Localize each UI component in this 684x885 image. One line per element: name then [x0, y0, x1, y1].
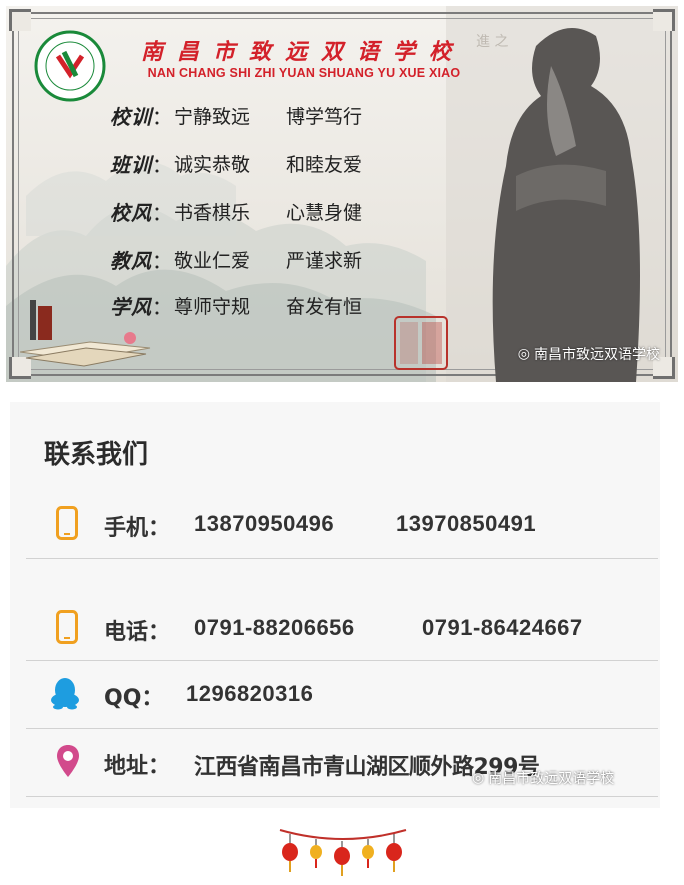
- divider: [26, 796, 658, 797]
- motto-phrase: 严谨求新: [286, 249, 363, 272]
- divider: [26, 558, 658, 559]
- motto-label: 校风: [110, 200, 152, 225]
- contact-key: 地址：: [104, 754, 171, 779]
- motto-row-teaching-style: 教风 ： 敬业仁爱 严谨求新: [110, 244, 362, 274]
- books-and-inkwell-illustration: [20, 300, 151, 367]
- motto-phrase: 尊师守规: [174, 295, 251, 318]
- contact-row-qq: QQ： 1296820316: [26, 676, 658, 716]
- motto-label: 班训: [110, 152, 152, 177]
- mobile-phone-icon: [56, 506, 78, 540]
- motto-phrase: 博学笃行: [286, 105, 363, 128]
- motto-label: 教风: [110, 248, 152, 273]
- school-banner: 南昌市致远双语学校 NAN CHANG SHI ZHI YUAN SHUANG …: [6, 6, 678, 382]
- wechat-watermark: ◎ 南昌市致远双语学校: [472, 768, 614, 788]
- wechat-watermark: ◎ 南昌市致远双语学校: [518, 344, 660, 364]
- phone-icon: [56, 610, 78, 644]
- red-lanterns-decoration: [279, 829, 407, 876]
- motto-phrase: 宁静致远: [174, 105, 251, 128]
- contact-key: 手机：: [104, 516, 171, 541]
- phone-number-2[interactable]: 0791-86424667: [422, 615, 583, 641]
- school-name: 南昌市致远双语学校: [140, 39, 465, 65]
- wechat-icon: ◎: [472, 770, 485, 786]
- school-logo: [34, 30, 106, 102]
- motto-separator: ：: [152, 200, 172, 225]
- contact-card: 联系我们 手机： 13870950496 13970850491 电话： 079…: [10, 402, 660, 808]
- motto-row-school: 校训 ： 宁静致远 博学笃行: [110, 100, 362, 130]
- contact-title: 联系我们: [44, 440, 149, 470]
- motto-phrase: 书香棋乐: [174, 201, 251, 224]
- motto-phrase: 和睦友爱: [286, 153, 363, 176]
- contact-key: 电话：: [104, 620, 171, 645]
- mobile-number-2[interactable]: 13970850491: [396, 511, 536, 537]
- contact-row-phone: 电话： 0791-88206656 0791-86424667: [26, 610, 658, 650]
- contact-key: QQ：: [104, 686, 164, 711]
- motto-separator: ：: [152, 104, 172, 129]
- confucius-statue-image: 進 之: [476, 28, 640, 382]
- motto-phrase: 奋发有恒: [286, 295, 363, 318]
- frame-corner-ornament: [9, 9, 31, 31]
- motto-phrase: 诚实恭敬: [174, 153, 251, 176]
- wechat-icon: ◎: [517, 346, 530, 362]
- qq-penguin-icon: [51, 678, 79, 710]
- location-pin-icon: [57, 745, 79, 777]
- qq-number[interactable]: 1296820316: [186, 681, 313, 707]
- divider: [26, 660, 658, 661]
- mobile-number-1[interactable]: 13870950496: [194, 511, 334, 537]
- motto-row-class: 班训 ： 诚实恭敬 和睦友爱: [110, 148, 362, 178]
- motto-row-school-style: 校风 ： 书香棋乐 心慧身健: [110, 196, 362, 226]
- motto-phrase: 心慧身健: [286, 201, 363, 224]
- seal-stamp: [394, 316, 448, 370]
- watermark-text: 南昌市致远双语学校: [488, 771, 615, 787]
- school-name-pinyin: NAN CHANG SHI ZHI YUAN SHUANG YU XUE XIA…: [147, 66, 461, 80]
- divider: [26, 728, 658, 729]
- motto-phrase: 敬业仁爱: [174, 249, 251, 272]
- motto-separator: ：: [152, 248, 172, 273]
- motto-separator: ：: [152, 152, 172, 177]
- watermark-text: 南昌市致远双语学校: [534, 347, 660, 363]
- motto-label: 校训: [110, 104, 152, 129]
- contact-row-mobile: 手机： 13870950496 13970850491: [26, 506, 658, 546]
- svg-text:進 之: 進 之: [476, 34, 508, 50]
- phone-number-1[interactable]: 0791-88206656: [194, 615, 355, 641]
